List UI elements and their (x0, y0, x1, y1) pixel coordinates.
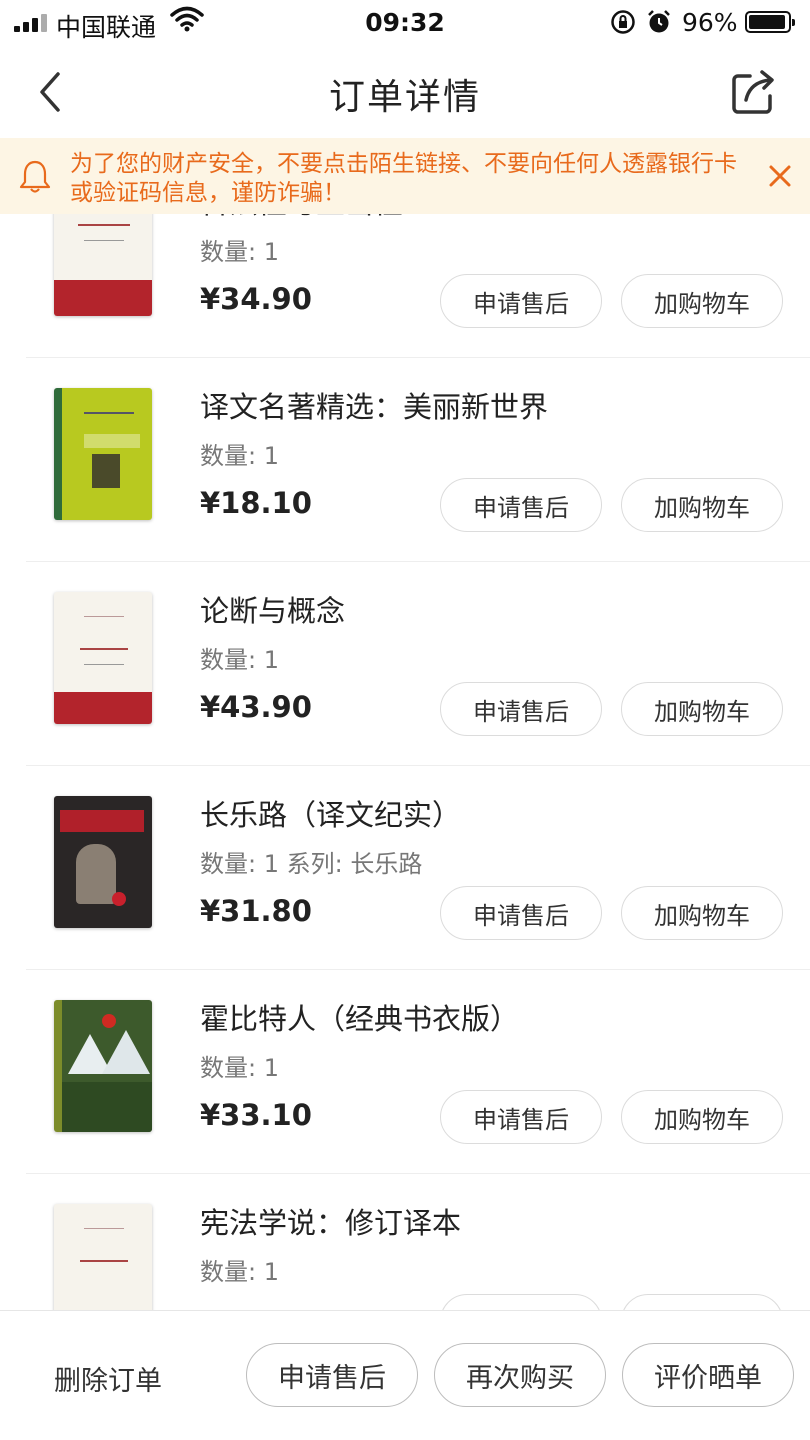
page-title: 订单详情 (328, 77, 481, 118)
add-to-cart-button[interactable]: 加购物车 (621, 886, 783, 940)
notice-text: 为了您的财产安全，不要点击陌生链接、不要向任何人透露银行卡或验证码信息，谨防诈骗… (70, 151, 737, 206)
item-title: 霍比特人（经典书衣版） (200, 1002, 520, 1036)
add-to-cart-button[interactable]: 加购物车 (621, 682, 783, 736)
apply-after-sales-button[interactable] (440, 1294, 602, 1310)
order-item[interactable]: 论断与概念 数量: 1 ¥43.90 申请售后 加购物车 (0, 562, 810, 766)
item-quantity: 数量: 1 (200, 238, 279, 266)
item-title: 长乐路（译文纪实） (200, 798, 462, 832)
order-item-list: 合法性与正当性 数量: 1 ¥34.90 申请售后 加购物车 译文名著精选：美丽… (0, 214, 810, 1310)
item-quantity: 数量: 1 系列: 长乐路 (200, 850, 423, 878)
order-item[interactable]: 霍比特人（经典书衣版） 数量: 1 ¥33.10 申请售后 加购物车 (0, 970, 810, 1174)
item-price: ¥43.90 (200, 690, 312, 724)
bell-icon (19, 160, 51, 193)
book-cover (54, 1000, 152, 1132)
book-cover (54, 796, 152, 928)
close-icon[interactable] (766, 162, 794, 190)
add-to-cart-button[interactable]: 加购物车 (621, 274, 783, 328)
apply-after-sales-button[interactable]: 申请售后 (440, 274, 602, 328)
share-icon[interactable] (728, 66, 780, 118)
battery-icon (745, 11, 795, 33)
item-price: ¥33.10 (200, 1098, 312, 1132)
item-price: ¥18.10 (200, 486, 312, 520)
item-title: 论断与概念 (200, 594, 346, 628)
book-cover (54, 1204, 152, 1310)
order-item[interactable]: 合法性与正当性 数量: 1 ¥34.90 申请售后 加购物车 (0, 214, 810, 358)
item-quantity: 数量: 1 (200, 442, 279, 470)
bottom-action-bar: 删除订单 申请售后 再次购买 评价晒单 (0, 1310, 810, 1440)
item-price: ¥31.80 (200, 894, 312, 928)
book-cover (54, 214, 152, 316)
orientation-lock-icon (611, 10, 635, 34)
item-quantity: 数量: 1 (200, 1258, 279, 1286)
order-after-sales-button[interactable]: 申请售后 (246, 1343, 418, 1407)
item-price: ¥34.90 (200, 282, 312, 316)
order-item[interactable]: 宪法学说：修订译本 数量: 1 (0, 1174, 810, 1310)
book-cover (54, 388, 152, 520)
security-notice: 为了您的财产安全，不要点击陌生链接、不要向任何人透露银行卡或验证码信息，谨防诈骗… (0, 138, 810, 214)
add-to-cart-button[interactable] (621, 1294, 783, 1310)
apply-after-sales-button[interactable]: 申请售后 (440, 478, 602, 532)
nav-bar: 订单详情 (0, 46, 810, 138)
status-bar: 中国联通 09:32 96% (0, 0, 810, 46)
apply-after-sales-button[interactable]: 申请售后 (440, 1090, 602, 1144)
item-quantity: 数量: 1 (200, 646, 279, 674)
buy-again-button[interactable]: 再次购买 (434, 1343, 606, 1407)
order-item[interactable]: 译文名著精选：美丽新世界 数量: 1 ¥18.10 申请售后 加购物车 (0, 358, 810, 562)
alarm-icon (648, 10, 670, 33)
add-to-cart-button[interactable]: 加购物车 (621, 1090, 783, 1144)
item-title: 宪法学说：修订译本 (200, 1206, 462, 1240)
item-quantity: 数量: 1 (200, 1054, 279, 1082)
book-cover (54, 592, 152, 724)
apply-after-sales-button[interactable]: 申请售后 (440, 682, 602, 736)
item-title: 合法性与正当性 (200, 214, 403, 222)
item-title: 译文名著精选：美丽新世界 (200, 390, 549, 424)
review-button[interactable]: 评价晒单 (622, 1343, 794, 1407)
delete-order-link[interactable]: 删除订单 (54, 1359, 162, 1398)
add-to-cart-button[interactable]: 加购物车 (621, 478, 783, 532)
order-item[interactable]: 长乐路（译文纪实） 数量: 1 系列: 长乐路 ¥31.80 申请售后 加购物车 (0, 766, 810, 970)
apply-after-sales-button[interactable]: 申请售后 (440, 886, 602, 940)
battery-percent: 96% (682, 8, 738, 37)
